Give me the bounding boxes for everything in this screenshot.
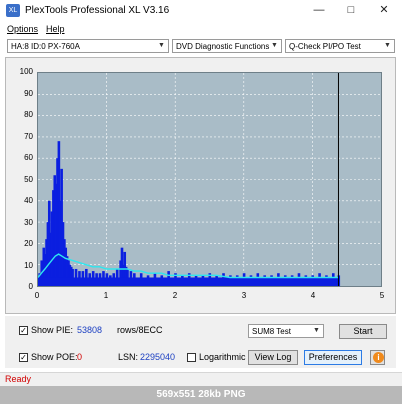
x-tick-label: 5	[379, 291, 385, 300]
menu-options[interactable]: Options	[7, 24, 38, 34]
chart-svg	[38, 73, 381, 286]
chevron-down-icon: ▼	[384, 42, 391, 49]
y-tick-label: 70	[24, 131, 33, 141]
chevron-down-icon: ▼	[313, 327, 320, 334]
y-tick-label: 80	[24, 110, 33, 119]
y-tick-label: 20	[24, 239, 33, 248]
logarithmic-label: Logarithmic	[199, 352, 246, 362]
minimize-icon[interactable]: —	[308, 2, 330, 18]
close-icon[interactable]: ✕	[373, 2, 395, 18]
pie-value: 53808	[77, 325, 103, 335]
view-log-button[interactable]: View Log	[248, 350, 298, 365]
menu-help[interactable]: Help	[46, 24, 65, 34]
info-icon: i	[373, 352, 384, 363]
x-tick-label: 1	[103, 291, 109, 300]
test-select-value: Q-Check PI/PO Test	[289, 42, 361, 51]
pie-chart-plot	[37, 72, 382, 287]
start-button[interactable]: Start	[339, 324, 387, 339]
chevron-down-icon: ▼	[158, 42, 165, 49]
y-tick-label: 90	[24, 88, 33, 98]
function-select-value: DVD Diagnostic Functions	[176, 42, 270, 51]
sum-mode-select[interactable]: SUM8 Test ▼	[248, 324, 324, 338]
y-tick-label: 50	[24, 174, 33, 184]
y-tick-label: 0	[28, 282, 33, 291]
help-button[interactable]: i	[370, 350, 385, 365]
y-tick-label: 60	[24, 153, 33, 162]
app-icon: XL	[6, 4, 20, 17]
y-tick-label: 40	[24, 196, 33, 205]
show-poe-checkbox[interactable]: ✓	[19, 353, 28, 362]
status-bar: Ready	[0, 372, 402, 387]
y-tick-label: 30	[24, 217, 33, 227]
y-tick-label: 10	[24, 260, 33, 270]
show-poe-label: Show POE:	[31, 352, 78, 362]
show-pie-checkbox[interactable]: ✓	[19, 326, 28, 335]
x-tick-label: 3	[241, 291, 247, 300]
lsn-label: LSN:	[118, 352, 139, 362]
function-select[interactable]: DVD Diagnostic Functions ▼	[172, 39, 282, 53]
poe-value: 0	[77, 352, 83, 362]
sum-mode-value: SUM8 Test	[252, 327, 291, 336]
test-select[interactable]: Q-Check PI/PO Test ▼	[285, 39, 395, 53]
pie-unit: rows/8ECC	[117, 325, 163, 335]
x-tick-label: 4	[310, 291, 316, 300]
logarithmic-checkbox[interactable]	[187, 353, 196, 362]
drive-select-value: HA:8 ID:0 PX-760A	[11, 42, 80, 51]
lsn-value: 2295040	[140, 352, 176, 362]
y-tick-label: 100	[19, 67, 33, 76]
drive-select[interactable]: HA:8 ID:0 PX-760A ▼	[7, 39, 169, 53]
x-tick-label: 2	[172, 291, 178, 300]
title-bar: XL PlexTools Professional XL V3.16 — □ ✕	[0, 0, 402, 21]
show-pie-label: Show PIE:	[31, 325, 74, 335]
maximize-icon[interactable]: □	[340, 2, 362, 18]
pie-baseline-fill	[38, 277, 339, 286]
chevron-down-icon: ▼	[271, 42, 278, 49]
image-caption: 569x551 28kb PNG	[0, 386, 402, 404]
status-text: Ready	[5, 374, 32, 384]
preferences-button[interactable]: Preferences	[304, 350, 362, 365]
x-tick-label: 0	[34, 291, 40, 300]
window-title: PlexTools Professional XL V3.16	[25, 5, 170, 16]
